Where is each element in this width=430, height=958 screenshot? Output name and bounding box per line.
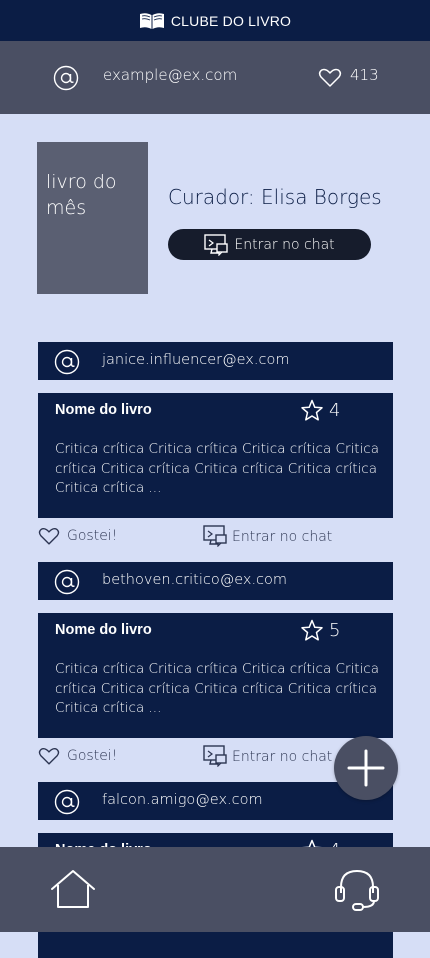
bottom-nav	[0, 847, 430, 932]
home-icon[interactable]	[50, 869, 96, 909]
app-title: CLUBE DO LIVRO	[170, 12, 292, 29]
review-user-email: falcon.amigo@ex.com	[102, 792, 263, 808]
headset-icon[interactable]	[333, 867, 381, 913]
app-header: CLUBE DO LIVRO	[0, 0, 430, 41]
review-card[interactable]: Nome do livro 4 Critica crítica Critica …	[38, 393, 393, 518]
add-review-button[interactable]	[334, 736, 398, 800]
likes-count: 413	[350, 66, 379, 84]
enter-chat-link[interactable]: Entrar no chat	[232, 529, 332, 545]
like-button[interactable]: Gostei!	[67, 748, 117, 764]
review-user-strip[interactable]: janice.influencer@ex.com	[38, 342, 393, 380]
heart-icon[interactable]	[318, 68, 342, 88]
review-user-email: janice.influencer@ex.com	[102, 352, 290, 368]
book-rating: 4	[329, 400, 341, 421]
enter-chat-button[interactable]: Entrar no chat	[168, 229, 371, 260]
open-book-icon	[139, 12, 164, 29]
star-icon	[301, 619, 323, 641]
book-of-month-label: livro do mês	[46, 171, 117, 219]
like-button[interactable]: Gostei!	[67, 528, 117, 544]
plus-icon	[347, 749, 385, 787]
chat-monitor-icon	[204, 233, 229, 256]
review-actions: Gostei! Entrar no chat	[38, 525, 393, 549]
at-icon	[54, 349, 80, 375]
enter-chat-link[interactable]: Entrar no chat	[232, 749, 332, 765]
review-text: Critica crítica Critica crítica Critica …	[55, 441, 379, 496]
user-bar: example@ex.com 413	[0, 41, 430, 114]
review-user-strip[interactable]: bethoven.critico@ex.com	[38, 562, 393, 600]
user-email: example@ex.com	[103, 66, 238, 84]
at-icon	[54, 569, 80, 595]
heart-icon[interactable]	[38, 747, 60, 766]
book-of-month-cover[interactable]: livro do mês	[37, 142, 148, 294]
enter-chat-label: Entrar no chat	[234, 236, 335, 253]
book-name: Nome do livro	[55, 402, 152, 418]
curator-name: Curador: Elisa Borges	[168, 185, 382, 209]
review-user-email: bethoven.critico@ex.com	[102, 572, 288, 588]
at-icon	[53, 65, 79, 91]
review-card[interactable]: Nome do livro 5 Critica crítica Critica …	[38, 613, 393, 738]
chat-monitor-icon[interactable]	[203, 525, 227, 547]
star-icon	[301, 399, 323, 421]
at-icon	[54, 789, 80, 815]
heart-icon[interactable]	[38, 527, 60, 546]
review-user-strip[interactable]: falcon.amigo@ex.com	[38, 782, 393, 820]
book-name: Nome do livro	[55, 622, 152, 638]
chat-monitor-icon[interactable]	[203, 745, 227, 767]
book-rating: 5	[329, 620, 341, 641]
review-text: Critica crítica Critica crítica Critica …	[55, 661, 379, 716]
